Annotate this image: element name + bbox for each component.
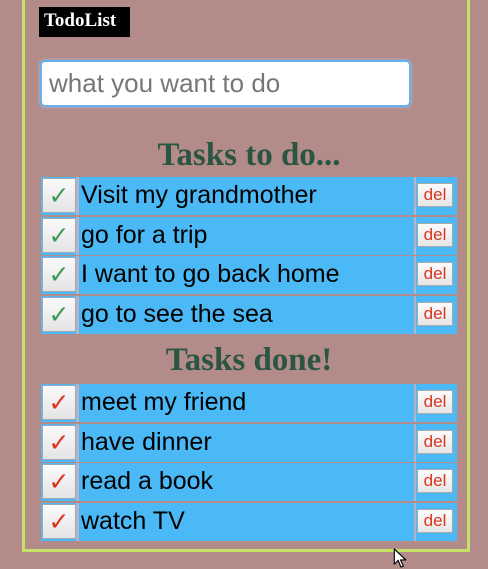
task-label[interactable]: I want to go back home: [79, 256, 414, 294]
delete-button[interactable]: del: [417, 508, 453, 533]
delete-button[interactable]: del: [417, 262, 453, 287]
delete-button[interactable]: del: [417, 429, 453, 454]
delete-button[interactable]: del: [417, 222, 453, 247]
delete-cell: del: [414, 177, 457, 215]
todo-section-title: Tasks to do...: [157, 137, 341, 173]
todo-item: ✓ Visit my grandmother del: [41, 177, 457, 215]
task-label[interactable]: read a book: [79, 463, 414, 501]
task-label[interactable]: meet my friend: [79, 384, 414, 422]
task-label[interactable]: Visit my grandmother: [79, 177, 414, 215]
delete-cell: del: [414, 384, 457, 422]
mark-done-checkbox[interactable]: ✓: [42, 257, 76, 293]
todo-list: ✓ Visit my grandmother del ✓ go for a tr…: [41, 177, 457, 335]
done-item: ✓ meet my friend del: [41, 384, 457, 422]
delete-cell: del: [414, 423, 457, 462]
delete-cell: del: [414, 295, 457, 334]
mark-undone-checkbox[interactable]: ✓: [42, 424, 76, 460]
app-logo: TodoList: [39, 7, 130, 37]
task-label[interactable]: go to see the sea: [79, 296, 414, 334]
mark-done-checkbox[interactable]: ✓: [42, 217, 76, 253]
mark-done-checkbox[interactable]: ✓: [42, 178, 76, 213]
done-item: ✓ watch TV del: [41, 502, 457, 541]
mouse-cursor-icon: [393, 548, 407, 568]
todo-item: ✓ I want to go back home del: [41, 256, 457, 295]
delete-button[interactable]: del: [417, 469, 453, 494]
delete-button[interactable]: del: [417, 183, 453, 207]
done-list: ✓ meet my friend del ✓ have dinner del ✓…: [41, 384, 457, 542]
done-item: ✓ read a book del: [41, 463, 457, 502]
delete-cell: del: [414, 502, 457, 541]
todo-item: ✓ go to see the sea del: [41, 295, 457, 334]
task-label[interactable]: go for a trip: [79, 217, 414, 255]
task-label[interactable]: have dinner: [79, 424, 414, 462]
done-section-title: Tasks done!: [165, 342, 333, 378]
mark-undone-checkbox[interactable]: ✓: [42, 385, 76, 420]
mark-undone-checkbox[interactable]: ✓: [42, 503, 76, 539]
delete-cell: del: [414, 463, 457, 502]
delete-button[interactable]: del: [417, 390, 453, 414]
delete-button[interactable]: del: [417, 301, 453, 326]
delete-cell: del: [414, 216, 457, 255]
delete-cell: del: [414, 256, 457, 295]
task-label[interactable]: watch TV: [79, 503, 414, 541]
mark-done-checkbox[interactable]: ✓: [42, 296, 76, 332]
done-item: ✓ have dinner del: [41, 423, 457, 462]
new-task-input[interactable]: [40, 60, 411, 107]
todo-item: ✓ go for a trip del: [41, 216, 457, 255]
mark-undone-checkbox[interactable]: ✓: [42, 464, 76, 500]
